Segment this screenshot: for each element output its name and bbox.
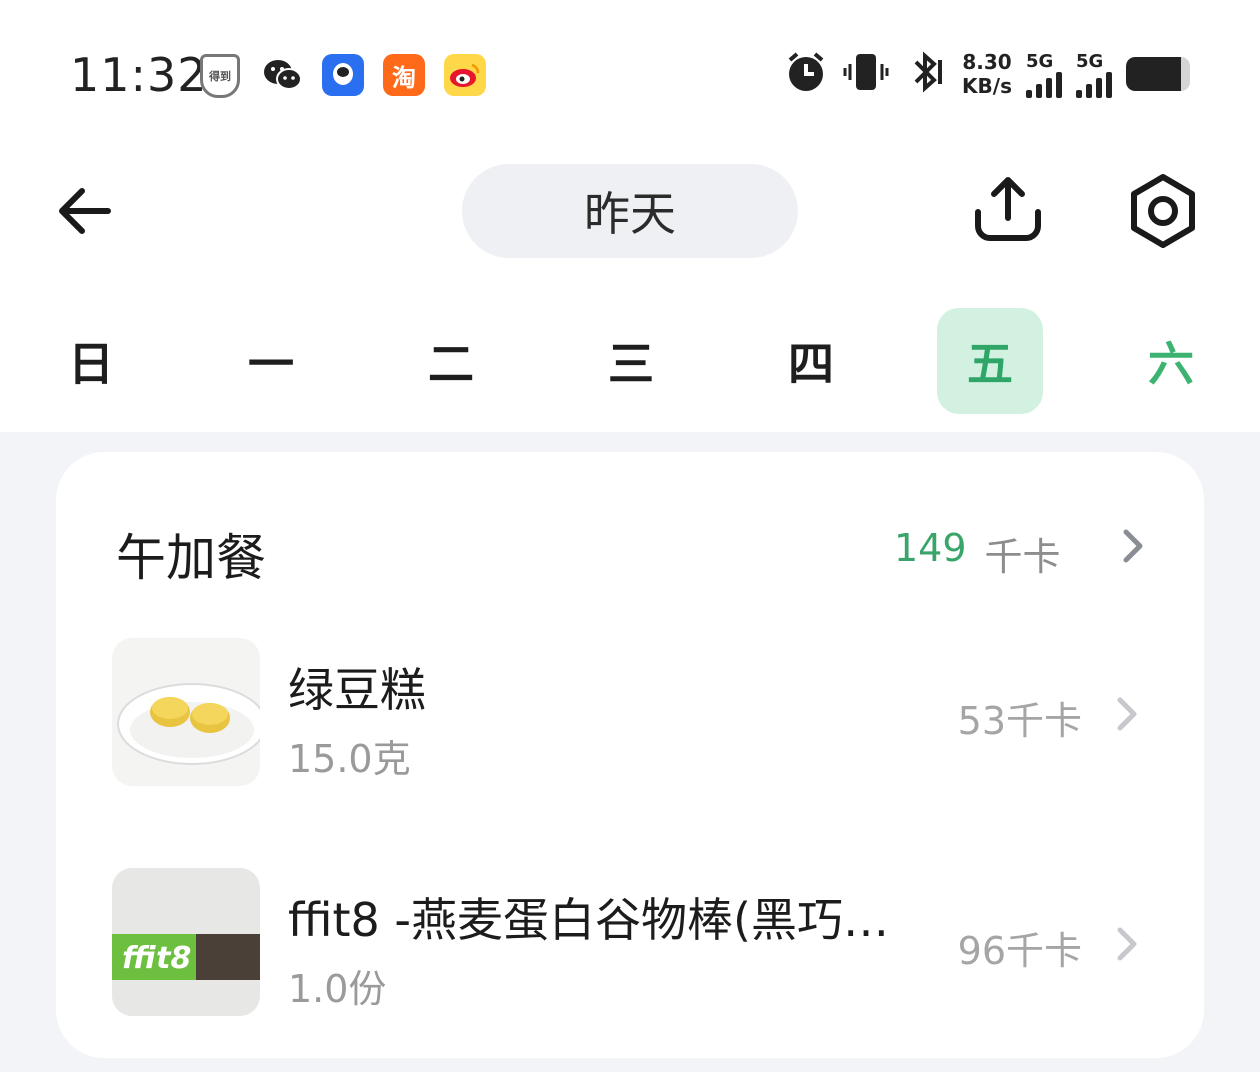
- week-selector: 日 一 二 三 四 五 六: [0, 308, 1260, 414]
- battery-icon: [1126, 57, 1190, 91]
- day-mon[interactable]: 一: [218, 308, 324, 414]
- food-item[interactable]: 绿豆糕 15.0克 53千卡: [112, 638, 1152, 788]
- alarm-icon: [784, 50, 828, 98]
- ffit8-bar-thumbnail: ffit8: [112, 868, 260, 1016]
- status-indicators: 8.30 KB/s 5G 5G: [784, 50, 1190, 98]
- net-speed-unit: KB/s: [962, 74, 1012, 98]
- share-icon[interactable]: [970, 172, 1046, 248]
- ffit8-logo-text: ffit8: [122, 941, 191, 976]
- day-sat[interactable]: 六: [1118, 308, 1224, 414]
- weibo-icon: [444, 54, 486, 96]
- food-item[interactable]: ffit8 ffit8 -燕麦蛋白谷物棒(黑巧… 1.0份 96千卡: [112, 868, 1152, 1018]
- signal-bars-icon: [1026, 71, 1062, 98]
- food-amount: 1.0份: [288, 967, 387, 1011]
- day-thu[interactable]: 四: [758, 308, 864, 414]
- meal-title: 午加餐: [116, 529, 266, 587]
- chevron-right-icon: [1117, 697, 1137, 731]
- wechat-icon: [262, 54, 304, 96]
- qq-icon: [322, 54, 364, 96]
- sim1-signal: 5G: [1026, 51, 1062, 98]
- meal-card: 午加餐 149 千卡 绿豆糕 15.0克 53千卡 ffit8 ffit8 -燕…: [56, 452, 1204, 1058]
- meal-kcal-unit: 千卡: [984, 535, 1061, 579]
- signal-bars-icon: [1076, 71, 1112, 98]
- food-name: 绿豆糕: [288, 663, 426, 717]
- food-amount: 15.0克: [288, 737, 411, 781]
- network-speed: 8.30 KB/s: [962, 50, 1012, 98]
- mung-bean-cake-thumbnail: [112, 638, 260, 786]
- food-kcal: 96千卡: [957, 929, 1082, 973]
- meal-kcal[interactable]: 149 千卡: [894, 526, 1061, 581]
- battery-fill: [1126, 57, 1182, 91]
- sim2-label: 5G: [1076, 50, 1104, 72]
- net-speed-value: 8.30: [962, 50, 1012, 74]
- day-sun[interactable]: 日: [38, 308, 144, 414]
- day-tue[interactable]: 二: [398, 308, 504, 414]
- chevron-right-icon: [1117, 927, 1137, 961]
- back-arrow-icon[interactable]: [52, 178, 118, 244]
- food-name: ffit8 -燕麦蛋白谷物棒(黑巧…: [288, 893, 889, 947]
- sim1-label: 5G: [1026, 50, 1054, 72]
- food-kcal: 53千卡: [957, 699, 1082, 743]
- settings-icon[interactable]: [1124, 172, 1202, 250]
- status-time: 11:32: [70, 48, 208, 102]
- taobao-icon: 淘: [383, 54, 425, 96]
- bluetooth-icon: [904, 50, 948, 98]
- shield-icon: 得到: [200, 54, 240, 98]
- sim2-signal: 5G: [1076, 51, 1112, 98]
- meal-kcal-value: 149: [894, 526, 967, 570]
- status-bar: 11:32 得到 淘 8.30 KB/s 5G 5G: [0, 0, 1260, 150]
- date-selector[interactable]: 昨天: [462, 164, 798, 258]
- day-wed[interactable]: 三: [578, 308, 684, 414]
- vibrate-icon: [842, 50, 890, 98]
- day-fri[interactable]: 五: [937, 308, 1043, 414]
- chevron-right-icon[interactable]: [1118, 526, 1148, 566]
